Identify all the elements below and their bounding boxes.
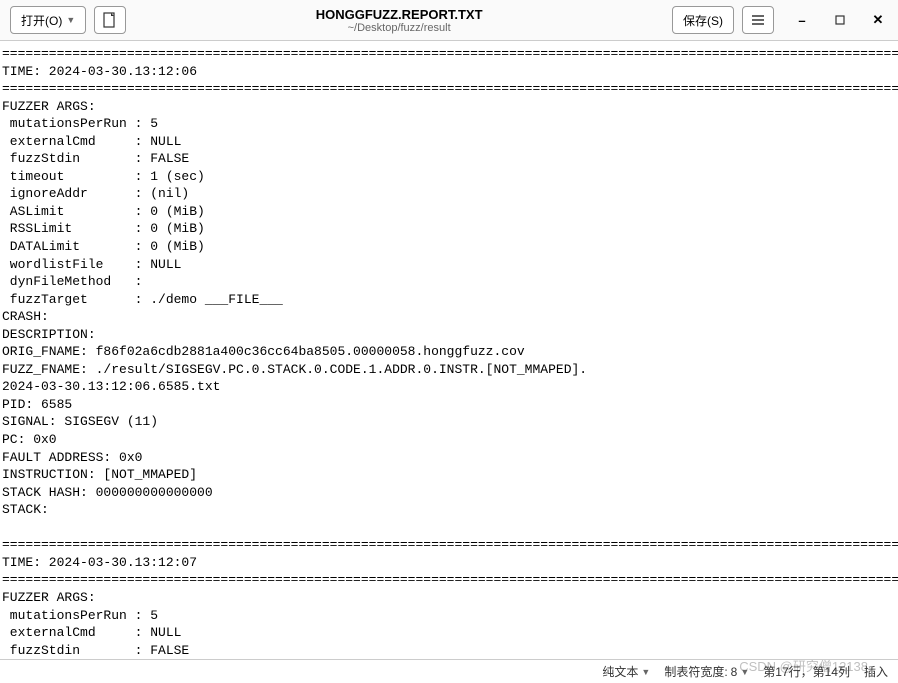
maximize-icon: [835, 15, 845, 25]
document-icon: [103, 12, 117, 28]
hamburger-icon: [751, 14, 765, 26]
tabwidth-value: 8: [731, 665, 738, 679]
maximize-button[interactable]: [830, 10, 850, 30]
edit-mode[interactable]: 插入: [864, 663, 888, 680]
cursor-position[interactable]: 第17行，第14列: [763, 663, 850, 680]
chevron-down-icon: ▼: [641, 667, 650, 677]
syntax-selector[interactable]: 纯文本 ▼: [602, 663, 650, 680]
mode-label: 插入: [864, 663, 888, 680]
statusbar: 纯文本 ▼ 制表符宽度: 8 ▼ 第17行，第14列 插入: [0, 659, 898, 683]
hamburger-menu-button[interactable]: [742, 6, 774, 34]
titlebar-left: 打开(O) ▼: [10, 6, 126, 34]
chevron-down-icon: ▼: [66, 15, 75, 25]
tabwidth-label: 制表符宽度:: [664, 663, 727, 680]
titlebar: 打开(O) ▼ HONGGFUZZ.REPORT.TXT ~/Desktop/f…: [0, 0, 898, 41]
chevron-down-icon: ▼: [740, 667, 749, 677]
text-editor-content[interactable]: ========================================…: [0, 41, 898, 659]
window-subtitle: ~/Desktop/fuzz/result: [348, 22, 451, 34]
window-controls: – ✕: [792, 10, 888, 30]
save-button[interactable]: 保存(S): [672, 6, 734, 34]
syntax-label: 纯文本: [602, 663, 638, 680]
save-button-label: 保存(S): [683, 12, 723, 29]
titlebar-right: 保存(S) – ✕: [672, 6, 888, 34]
close-icon: ✕: [873, 12, 884, 28]
position-label: 第17行，第14列: [763, 663, 850, 680]
close-button[interactable]: ✕: [868, 10, 888, 30]
minimize-icon: –: [798, 13, 805, 28]
open-button-label: 打开(O): [21, 12, 62, 29]
title-area: HONGGFUZZ.REPORT.TXT ~/Desktop/fuzz/resu…: [134, 7, 664, 34]
window-title: HONGGFUZZ.REPORT.TXT: [316, 7, 483, 22]
open-button[interactable]: 打开(O) ▼: [10, 6, 86, 34]
tabwidth-selector[interactable]: 制表符宽度: 8 ▼: [664, 663, 749, 680]
minimize-button[interactable]: –: [792, 10, 812, 30]
new-document-button[interactable]: [94, 6, 126, 34]
